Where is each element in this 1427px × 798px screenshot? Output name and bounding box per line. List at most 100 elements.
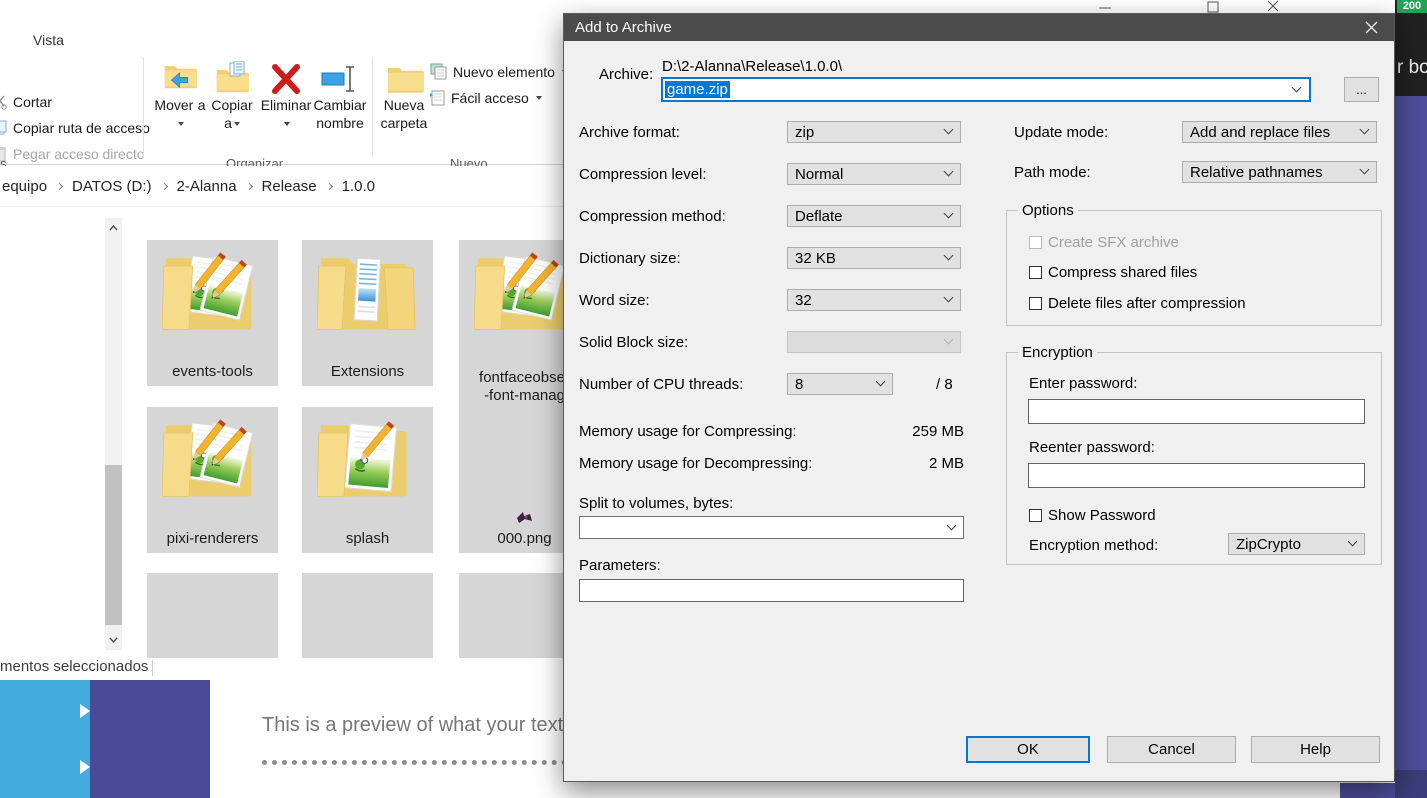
right-window-fragment [1395,0,1427,96]
folder-icon [162,413,262,501]
right-purple-strip [1395,96,1427,770]
archive-path: D:\2-Alanna\Release\1.0.0\ [662,58,842,75]
compression-method-select[interactable]: Deflate [787,205,961,227]
file-tile-fontfaceobserver[interactable]: fontfaceobser -font-manag [459,240,564,410]
folder-icon [474,246,564,334]
breadcrumb-item[interactable]: equipo [2,178,47,195]
compress-shared-checkbox[interactable]: Compress shared files [1029,264,1197,281]
file-tile-000png[interactable]: 000.png [459,407,564,553]
path-mode-select[interactable]: Relative pathnames [1182,161,1377,183]
maximize-icon[interactable] [1198,0,1228,13]
move-to-button[interactable]: Mover a [154,61,206,133]
rename-button[interactable]: Cambiar nombre [312,61,368,133]
new-folder-button[interactable]: Nueva carpeta [378,61,430,133]
minimize-icon[interactable] [1090,0,1120,13]
file-tile-empty[interactable] [459,573,564,658]
status-text: mentos seleccionados [0,658,148,675]
show-password-checkbox[interactable]: Show Password [1029,507,1156,524]
archive-format-select[interactable]: zip [787,121,961,143]
screen: Vista Cortar Copiar ruta de acceso Pegar… [0,0,1427,798]
right-fragment-text: r bo [1397,57,1427,79]
scrollbar-thumb[interactable] [105,465,122,625]
archive-name-combobox[interactable]: game.zip [661,77,1311,102]
file-tile-events-tools[interactable]: events-tools [147,240,278,386]
help-button[interactable]: Help [1251,736,1380,763]
word-size-select[interactable]: 32 [787,289,961,311]
file-list: events-tools Extensions fontfaceobser -f… [0,207,564,658]
dotted-line [262,760,567,765]
scroll-down-icon[interactable] [109,636,117,644]
chevron-right-icon [160,182,167,189]
dialog-close-icon[interactable] [1360,16,1384,39]
compression-level-select[interactable]: Normal [787,163,961,185]
new-folder-icon [384,61,424,97]
ribbon-separator [372,57,373,157]
breadcrumb-item[interactable]: Release [262,178,317,195]
file-tile-splash[interactable]: splash [302,407,433,553]
explorer-window: Vista Cortar Copiar ruta de acceso Pegar… [0,13,564,680]
checkbox-icon [1029,236,1042,249]
new-item-button[interactable]: Nuevo elemento [430,63,564,80]
create-sfx-checkbox: Create SFX archive [1029,234,1179,251]
memory-decompressing-label: Memory usage for Decompressing: [579,455,812,472]
rename-icon [320,61,360,97]
folder-icon [162,246,262,334]
browse-button[interactable]: ... [1344,77,1379,102]
expand-arrow-icon[interactable] [80,760,90,774]
chevron-down-icon [944,209,954,219]
enter-password-input[interactable] [1028,399,1365,424]
chevron-down-icon [944,251,954,261]
vertical-scrollbar[interactable] [105,218,122,650]
tab-vista[interactable]: Vista [33,32,64,48]
ribbon-cortar[interactable]: Cortar [0,94,52,110]
file-tile-extensions[interactable]: Extensions [302,240,433,386]
file-tile-pixi-renderers[interactable]: pixi-renderers [147,407,278,553]
breadcrumb-item[interactable]: 2-Alanna [177,178,237,195]
compression-level-label: Compression level: [579,166,707,183]
file-tile-empty[interactable] [302,573,433,658]
chevron-down-icon [944,167,954,177]
close-icon[interactable] [1258,0,1288,13]
cpu-threads-select[interactable]: 8 [787,373,893,395]
copy-path-icon [0,120,8,136]
scroll-up-icon[interactable] [109,224,117,232]
encryption-legend: Encryption [1018,344,1097,361]
expand-arrow-icon[interactable] [80,704,90,718]
dialog-titlebar[interactable]: Add to Archive [564,14,1394,41]
enter-password-label: Enter password: [1029,375,1137,392]
file-tile-empty[interactable] [147,573,278,658]
dictionary-size-select[interactable]: 32 KB [787,247,961,269]
dropdown-caret-icon [284,122,290,126]
update-mode-select[interactable]: Add and replace files [1182,121,1377,143]
ribbon-separator [143,57,144,157]
move-to-icon [163,61,197,97]
checkbox-icon [1029,509,1042,522]
split-volumes-combobox[interactable] [579,516,964,539]
solid-block-label: Solid Block size: [579,334,688,351]
reenter-password-input[interactable] [1028,463,1365,488]
cancel-button[interactable]: Cancel [1107,736,1236,763]
cpu-threads-max: / 8 [936,376,953,393]
chevron-down-icon [947,520,957,530]
cpu-threads-label: Number of CPU threads: [579,376,743,393]
ok-button[interactable]: OK [966,736,1090,763]
reenter-password-label: Reenter password: [1029,439,1155,456]
copy-to-button[interactable]: Copiar a [206,61,258,133]
delete-icon [269,61,303,97]
encryption-method-select[interactable]: ZipCrypto [1228,533,1365,555]
dropdown-caret-icon [178,122,184,126]
chevron-down-icon [1292,82,1302,92]
parameters-input[interactable] [579,579,964,602]
breadcrumb-item[interactable]: DATOS (D:) [72,178,151,195]
ribbon-copiar-ruta[interactable]: Copiar ruta de acceso [0,120,150,136]
chevron-right-icon [326,182,333,189]
archive-name-value: game.zip [665,81,730,98]
easy-access-button[interactable]: Fácil acceso [428,89,542,106]
image-file-icon [515,510,535,526]
chevron-down-icon [944,335,954,345]
delete-button[interactable]: Eliminar [260,61,312,133]
breadcrumb-item[interactable]: 1.0.0 [342,178,375,195]
copy-to-icon [215,61,249,97]
memory-compressing-label: Memory usage for Compressing: [579,423,797,440]
delete-after-checkbox[interactable]: Delete files after compression [1029,295,1246,312]
